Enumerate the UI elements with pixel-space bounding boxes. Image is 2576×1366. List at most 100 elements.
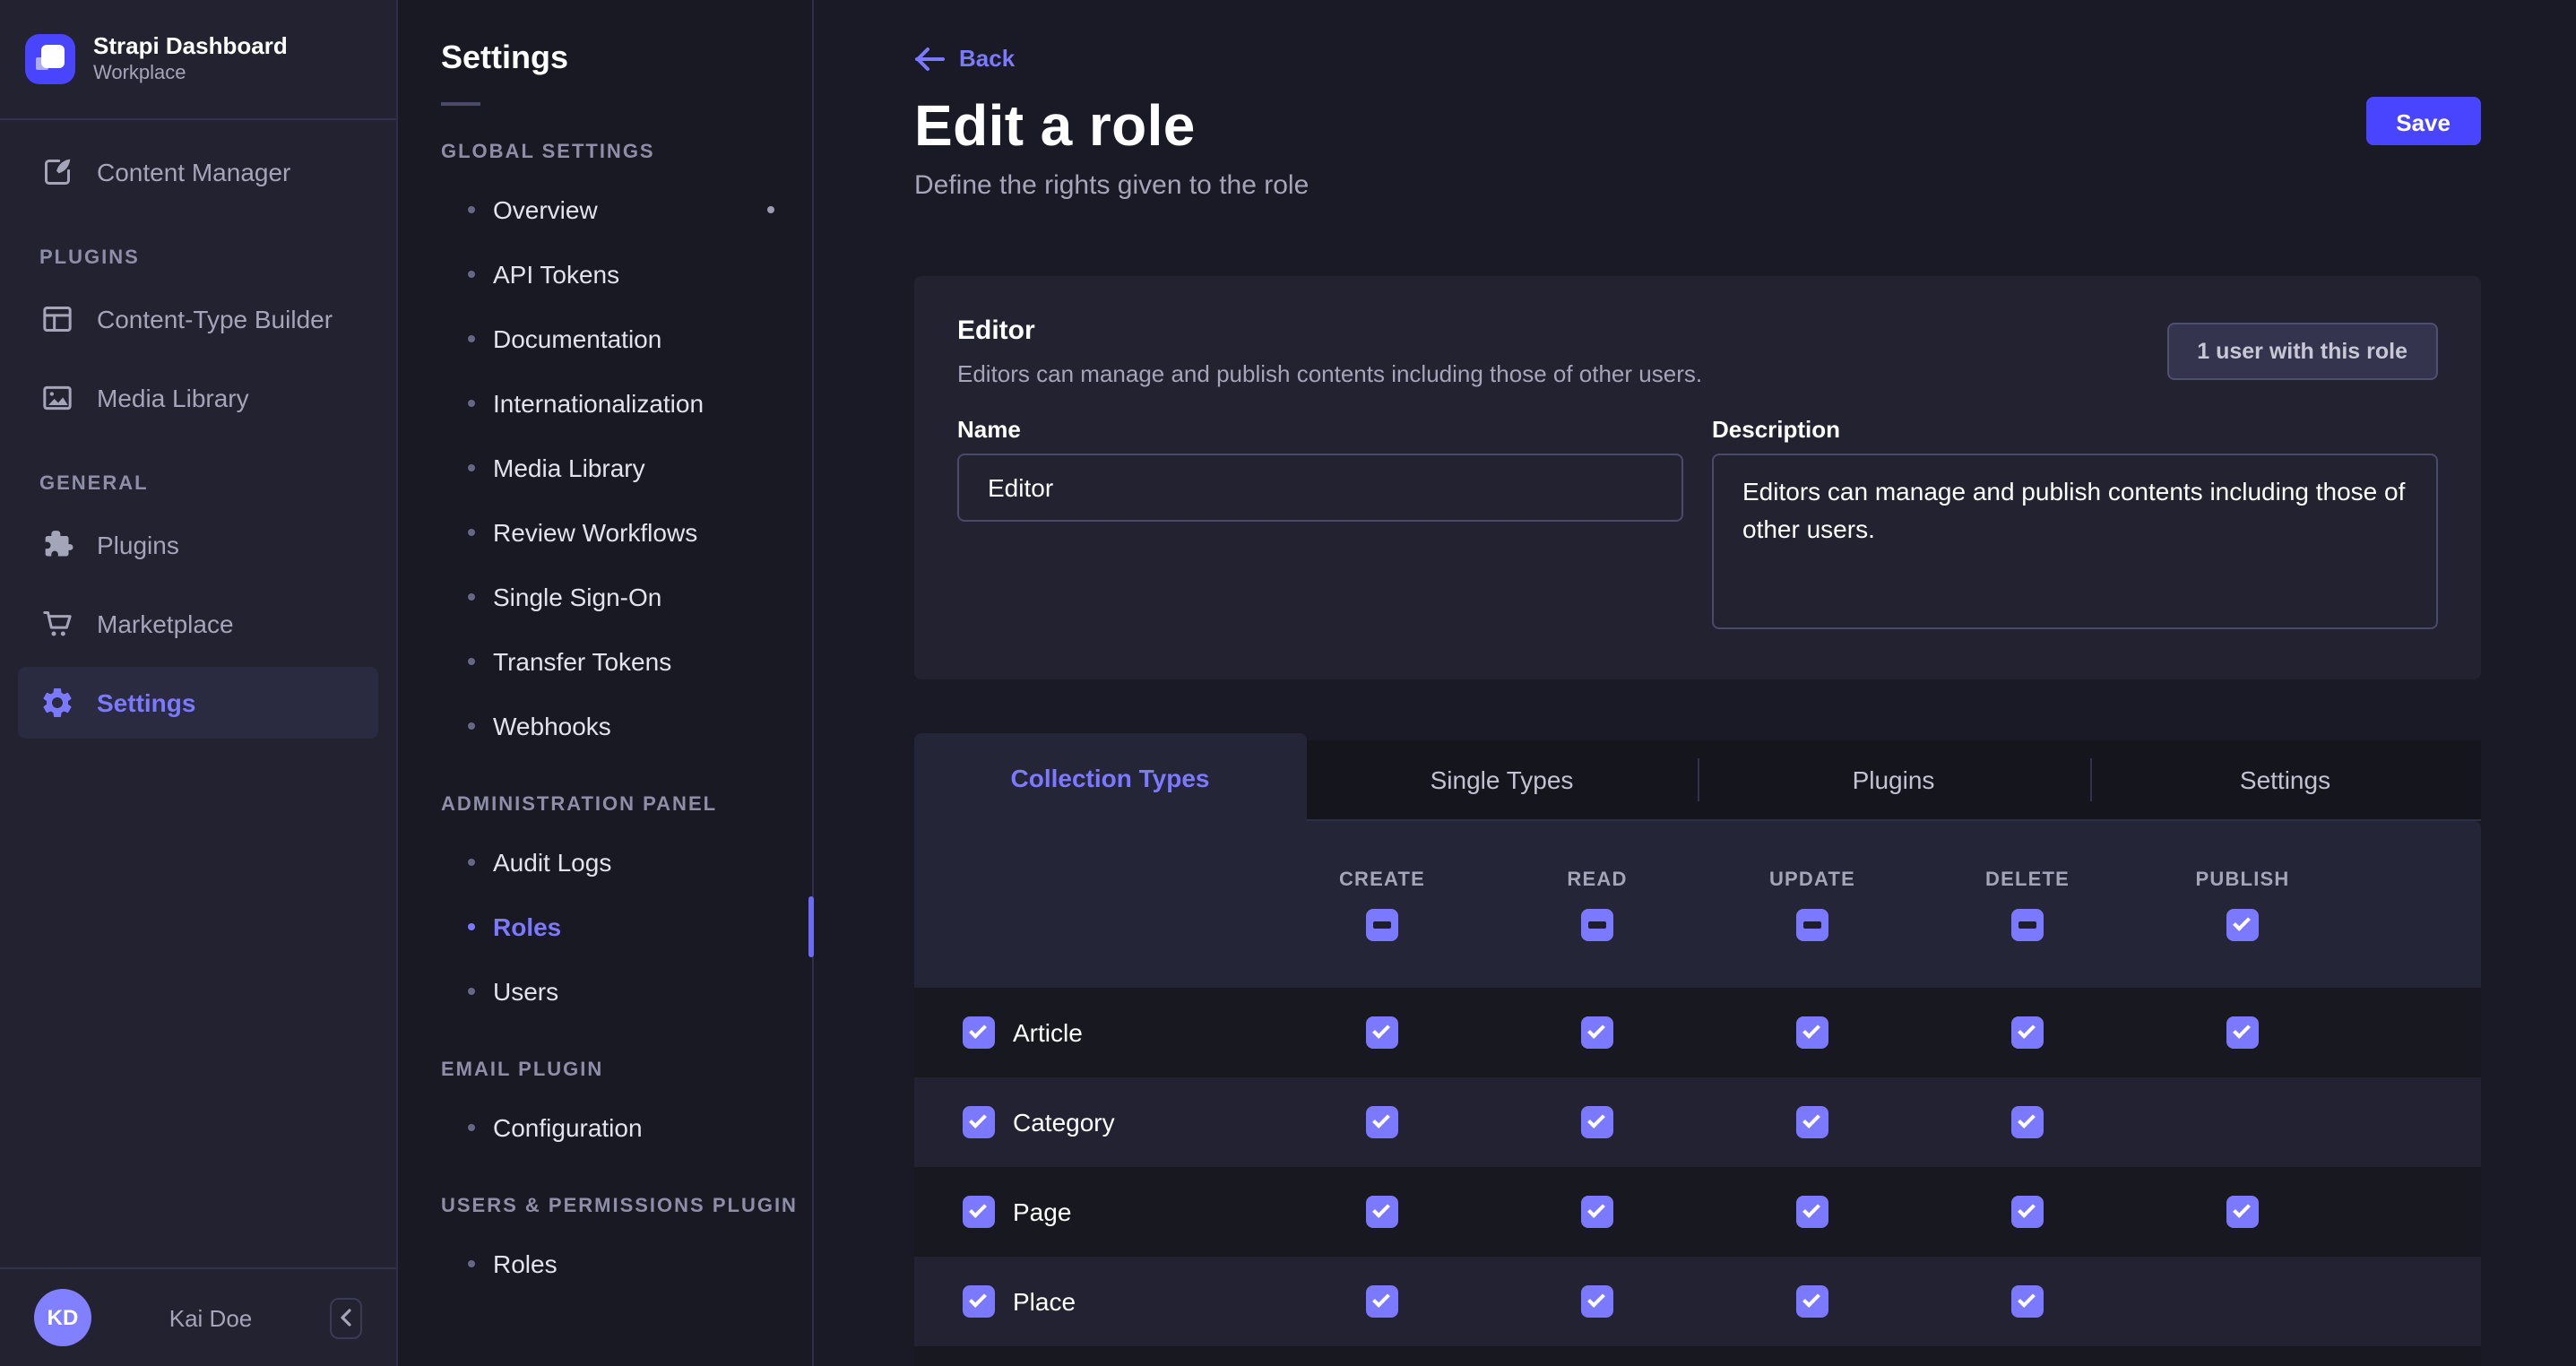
bullet-icon	[468, 593, 475, 601]
bullet-icon	[468, 529, 475, 536]
subnav-item-single-sign-on[interactable]: Single Sign-On	[398, 565, 812, 629]
brand-subtitle: Workplace	[93, 61, 288, 86]
delete-checkbox[interactable]	[2011, 1196, 2044, 1228]
update-checkbox[interactable]	[1796, 1196, 1828, 1228]
column-header-publish: PUBLISH	[2196, 869, 2290, 890]
subnav-item-media-library[interactable]: Media Library	[398, 436, 812, 500]
bullet-icon	[468, 722, 475, 730]
subnav-item-api-tokens[interactable]: API Tokens	[398, 242, 812, 307]
subnav-item-internationalization[interactable]: Internationalization	[398, 371, 812, 436]
sidebar-collapse-button[interactable]	[330, 1297, 362, 1338]
plugins-icon	[39, 527, 75, 563]
main-sidebar: Strapi Dashboard Workplace Content Manag…	[0, 0, 398, 1366]
permissions-table-header: CREATE READ UPDATE DELETE PUBLISH	[914, 821, 2481, 988]
subnav-item-review-workflows[interactable]: Review Workflows	[398, 500, 812, 565]
subnav-item-audit-logs[interactable]: Audit Logs	[398, 830, 812, 895]
subnav-item-label: Review Workflows	[493, 518, 697, 547]
subnav-item-label: Roles	[493, 1249, 558, 1278]
sidebar-item-plugins[interactable]: Plugins	[18, 509, 378, 581]
subnav-item-webhooks[interactable]: Webhooks	[398, 694, 812, 758]
row-select-checkbox[interactable]	[963, 1106, 995, 1138]
create-checkbox[interactable]	[1366, 1285, 1398, 1318]
strapi-dashboard: Strapi Dashboard Workplace Content Manag…	[0, 0, 2576, 1366]
delete-checkbox[interactable]	[2011, 1285, 2044, 1318]
permissions-table: CREATE READ UPDATE DELETE PUBLISH Articl…	[914, 821, 2481, 1366]
user-avatar[interactable]: KD	[34, 1289, 91, 1346]
row-label: Page	[1013, 1197, 1071, 1226]
notification-dot	[767, 206, 774, 213]
sidebar-item-content-type-builder[interactable]: Content-Type Builder	[18, 283, 378, 355]
sidebar-user-footer: KD Kai Doe	[0, 1267, 396, 1366]
brand-title: Strapi Dashboard	[93, 32, 288, 61]
subnav-title: Settings	[398, 0, 812, 77]
content-type-builder-icon	[39, 301, 75, 337]
brand-block[interactable]: Strapi Dashboard Workplace	[0, 0, 396, 120]
sidebar-item-label: Content-Type Builder	[97, 305, 333, 333]
select-all-publish-checkbox[interactable]	[2226, 908, 2259, 940]
update-checkbox[interactable]	[1796, 1106, 1828, 1138]
tab-single-types[interactable]: Single Types	[1306, 740, 1698, 819]
role-info-card: Editor Editors can manage and publish co…	[914, 276, 2481, 679]
select-all-read-checkbox[interactable]	[1581, 908, 1613, 940]
bullet-icon	[468, 658, 475, 665]
subnav-item-users[interactable]: Users	[398, 959, 812, 1024]
sidebar-item-content-manager[interactable]: Content Manager	[18, 136, 378, 208]
create-checkbox[interactable]	[1366, 1016, 1398, 1049]
delete-checkbox[interactable]	[2011, 1016, 2044, 1049]
tab-label: Settings	[2240, 765, 2330, 794]
create-checkbox[interactable]	[1366, 1106, 1398, 1138]
row-select-checkbox[interactable]	[963, 1016, 995, 1049]
main-content: Back Edit a role Save Define the rights …	[814, 0, 2576, 1366]
publish-checkbox[interactable]	[2226, 1016, 2259, 1049]
subnav-item-label: API Tokens	[493, 260, 619, 289]
read-checkbox[interactable]	[1581, 1196, 1613, 1228]
subnav-item-label: Users	[493, 977, 558, 1006]
subnav-item-configuration[interactable]: Configuration	[398, 1095, 812, 1160]
read-checkbox[interactable]	[1581, 1285, 1613, 1318]
tab-settings[interactable]: Settings	[2089, 740, 2481, 819]
tab-divider	[1698, 758, 1699, 801]
row-select-checkbox[interactable]	[963, 1285, 995, 1318]
publish-checkbox[interactable]	[2226, 1196, 2259, 1228]
sidebar-item-settings[interactable]: Settings	[18, 667, 378, 739]
subnav-item-transfer-tokens[interactable]: Transfer Tokens	[398, 629, 812, 694]
subnav-item-label: Transfer Tokens	[493, 647, 671, 676]
bullet-icon	[468, 923, 475, 930]
sidebar-item-marketplace[interactable]: Marketplace	[18, 588, 378, 660]
users-with-role-badge[interactable]: 1 user with this role	[2166, 323, 2438, 380]
role-name-input[interactable]	[957, 454, 1683, 522]
table-row-article: Article	[914, 988, 2481, 1077]
select-all-update-checkbox[interactable]	[1796, 908, 1828, 940]
select-all-create-checkbox[interactable]	[1366, 908, 1398, 940]
settings-title-divider	[441, 102, 480, 106]
tab-plugins[interactable]: Plugins	[1698, 740, 2089, 819]
row-select-checkbox[interactable]	[963, 1196, 995, 1228]
subnav-section-users-permissions-plugin: USERS & PERMISSIONS PLUGIN	[398, 1181, 812, 1232]
content-manager-icon	[39, 154, 75, 190]
save-button[interactable]: Save	[2365, 97, 2481, 145]
sidebar-item-label: Content Manager	[97, 158, 290, 186]
update-checkbox[interactable]	[1796, 1016, 1828, 1049]
bullet-icon	[468, 1124, 475, 1131]
sidebar-section-plugins: PLUGINS	[18, 233, 378, 283]
subnav-item-up-roles[interactable]: Roles	[398, 1232, 812, 1296]
subnav-item-overview[interactable]: Overview	[398, 177, 812, 242]
subnav-item-label: Documentation	[493, 324, 661, 353]
read-checkbox[interactable]	[1581, 1016, 1613, 1049]
subnav-item-label: Webhooks	[493, 712, 611, 740]
description-field-label: Description	[1712, 416, 2438, 443]
subnav-item-roles[interactable]: Roles	[398, 895, 812, 959]
role-description-input[interactable]	[1712, 454, 2438, 629]
subnav-item-documentation[interactable]: Documentation	[398, 307, 812, 371]
read-checkbox[interactable]	[1581, 1106, 1613, 1138]
select-all-delete-checkbox[interactable]	[2011, 908, 2044, 940]
back-link[interactable]: Back	[914, 45, 1015, 72]
sidebar-item-media-library[interactable]: Media Library	[18, 362, 378, 434]
delete-checkbox[interactable]	[2011, 1106, 2044, 1138]
column-header-read: READ	[1567, 869, 1627, 890]
role-name-heading: Editor	[957, 316, 1702, 346]
tab-collection-types[interactable]: Collection Types	[914, 733, 1306, 821]
row-label: Article	[1013, 1018, 1083, 1047]
update-checkbox[interactable]	[1796, 1285, 1828, 1318]
create-checkbox[interactable]	[1366, 1196, 1398, 1228]
